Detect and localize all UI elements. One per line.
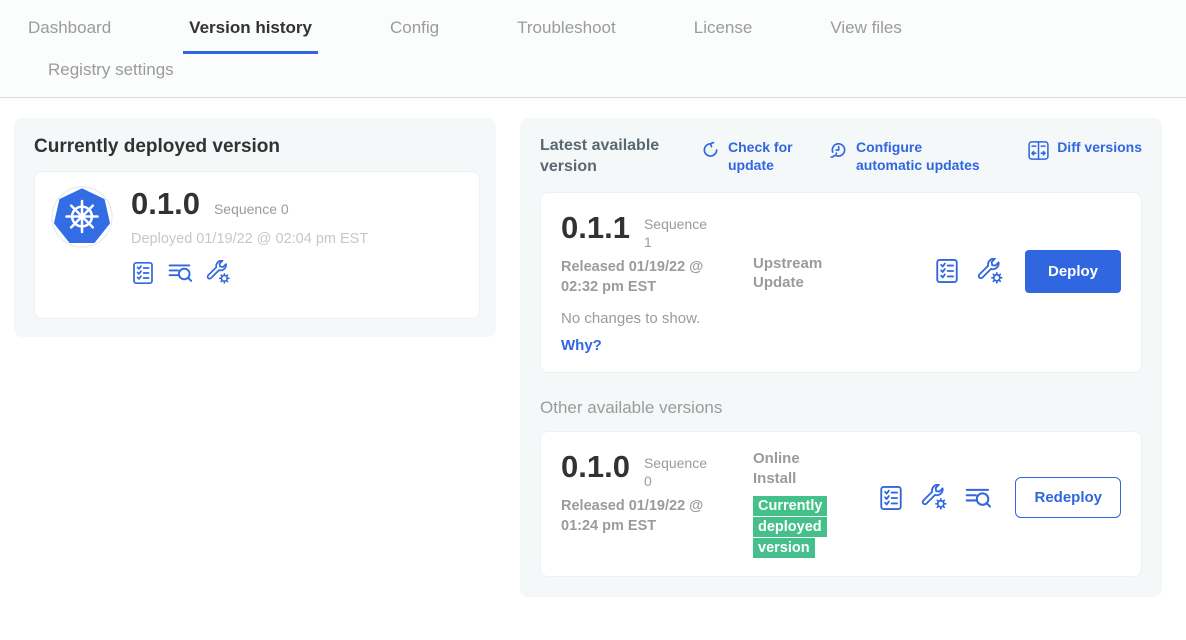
deployed-version-panel: 0.1.0 Sequence 0 Deployed 01/19/22 @ 02:… bbox=[34, 171, 480, 319]
why-link[interactable]: Why? bbox=[561, 337, 602, 354]
redeploy-button[interactable]: Redeploy bbox=[1015, 477, 1121, 518]
latest-sequence-label: Sequence 1 bbox=[644, 215, 718, 251]
other-source-label: Online Install Currently deployed versio… bbox=[753, 449, 857, 559]
tab-license[interactable]: License bbox=[688, 15, 759, 54]
edit-config-icon[interactable] bbox=[206, 260, 231, 285]
secondary-tab-row: Registry settings bbox=[22, 54, 1186, 97]
latest-version-actions: Deploy bbox=[934, 250, 1121, 293]
other-version-row: 0.1.0 Sequence 0 Released 01/19/22 @ 01:… bbox=[540, 431, 1142, 577]
other-sequence-label: Sequence 0 bbox=[644, 454, 718, 490]
edit-config-icon[interactable] bbox=[977, 258, 1004, 285]
tab-troubleshoot[interactable]: Troubleshoot bbox=[511, 15, 622, 54]
deployed-sequence-label: Sequence 0 bbox=[214, 201, 289, 217]
currently-deployed-title: Currently deployed version bbox=[34, 136, 480, 158]
other-version-details: 0.1.0 Sequence 0 Released 01/19/22 @ 01:… bbox=[561, 449, 753, 537]
edit-config-icon[interactable] bbox=[921, 484, 948, 511]
other-versions-heading: Other available versions bbox=[540, 398, 1142, 418]
deploy-logs-icon[interactable] bbox=[168, 260, 193, 285]
available-versions-card: Latest available version Check for updat… bbox=[520, 118, 1162, 597]
deployed-actions bbox=[131, 260, 368, 285]
version-history-page: Currently deployed version bbox=[0, 98, 1186, 597]
available-versions-header: Latest available version Check for updat… bbox=[540, 136, 1142, 178]
deploy-logs-icon[interactable] bbox=[965, 484, 992, 511]
deploy-button[interactable]: Deploy bbox=[1025, 250, 1121, 293]
preflight-checks-icon[interactable] bbox=[131, 261, 155, 285]
latest-version-number: 0.1.1 bbox=[561, 210, 630, 246]
top-nav: Dashboard Version history Config Trouble… bbox=[0, 0, 1186, 98]
configure-automatic-updates-link[interactable]: Configure automatic updates bbox=[828, 139, 988, 174]
latest-released-timestamp: Released 01/19/22 @ 02:32 pm EST bbox=[561, 258, 743, 297]
tab-config[interactable]: Config bbox=[384, 15, 445, 54]
no-changes-text: No changes to show. bbox=[561, 310, 753, 327]
primary-tab-row: Dashboard Version history Config Trouble… bbox=[22, 15, 1186, 54]
preflight-checks-icon[interactable] bbox=[934, 258, 960, 284]
deployed-timestamp: Deployed 01/19/22 @ 02:04 pm EST bbox=[131, 231, 368, 247]
kubernetes-app-logo bbox=[51, 186, 113, 253]
latest-available-title: Latest available version bbox=[540, 136, 672, 178]
check-for-update-link[interactable]: Check for update bbox=[700, 139, 800, 174]
deployed-version-number: 0.1.0 bbox=[131, 186, 200, 222]
tab-registry-settings[interactable]: Registry settings bbox=[42, 57, 180, 83]
latest-source-label: Upstream Update bbox=[753, 254, 857, 293]
diff-icon bbox=[1027, 139, 1050, 162]
tab-view-files[interactable]: View files bbox=[824, 15, 908, 54]
other-version-number: 0.1.0 bbox=[561, 449, 630, 485]
other-version-actions: Redeploy bbox=[878, 477, 1121, 518]
preflight-checks-icon[interactable] bbox=[878, 485, 904, 511]
currently-deployed-card: Currently deployed version bbox=[14, 118, 496, 337]
latest-version-row: 0.1.1 Sequence 1 Released 01/19/22 @ 02:… bbox=[540, 192, 1142, 374]
other-released-timestamp: Released 01/19/22 @ 01:24 pm EST bbox=[561, 497, 743, 536]
deployed-version-details: 0.1.0 Sequence 0 Deployed 01/19/22 @ 02:… bbox=[131, 186, 368, 285]
tab-version-history[interactable]: Version history bbox=[183, 15, 318, 54]
refresh-icon bbox=[700, 139, 721, 160]
tab-dashboard[interactable]: Dashboard bbox=[22, 15, 117, 54]
diff-versions-link[interactable]: Diff versions bbox=[1027, 139, 1142, 162]
latest-version-details: 0.1.1 Sequence 1 Released 01/19/22 @ 02:… bbox=[561, 210, 753, 356]
currently-deployed-badge: Currently deployed version bbox=[753, 496, 841, 559]
schedule-icon bbox=[828, 139, 849, 160]
